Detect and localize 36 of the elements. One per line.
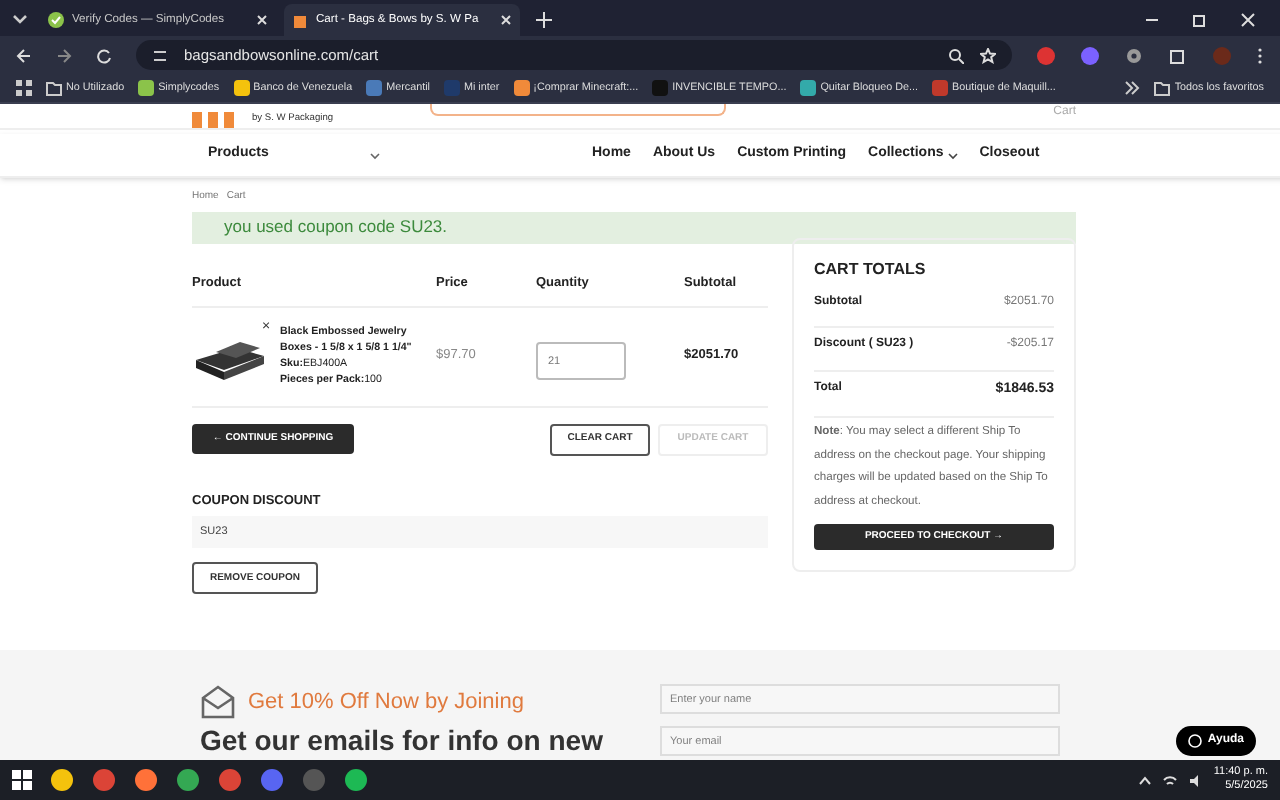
restore-icon[interactable]	[1192, 12, 1208, 28]
close-icon[interactable]	[1240, 12, 1256, 28]
gear-icon[interactable]	[1124, 45, 1144, 65]
bag-icon	[292, 12, 308, 28]
site-icon	[932, 79, 949, 96]
zoom-icon[interactable]	[948, 47, 964, 63]
offer-heading: Get 10% Off Now by Joining	[248, 687, 524, 718]
envelope-icon	[200, 684, 236, 720]
apps-grid-icon[interactable]	[16, 80, 32, 96]
checkmark-icon	[48, 12, 64, 28]
logo-icon	[192, 112, 236, 128]
site-icon	[233, 79, 250, 96]
close-icon[interactable]	[500, 14, 512, 26]
newsletter-headline: Get our emails for info on new	[200, 724, 603, 756]
new-tab-icon[interactable]	[536, 12, 552, 28]
back-icon[interactable]	[16, 47, 32, 63]
search-field[interactable]	[429, 104, 726, 116]
windows-logo-icon[interactable]	[12, 770, 32, 790]
forward-icon[interactable]	[56, 47, 72, 63]
cart-totals-title: CART TOTALS	[814, 257, 928, 281]
speaker-icon[interactable]	[1187, 773, 1204, 787]
site-icon	[513, 79, 530, 96]
close-icon[interactable]	[256, 14, 268, 26]
site-icon	[800, 79, 817, 96]
chevron-up-icon[interactable]	[1137, 775, 1152, 785]
site-icon	[652, 79, 669, 96]
chevrons-icon[interactable]	[1124, 80, 1141, 96]
reload-icon[interactable]	[96, 47, 112, 63]
star-icon[interactable]	[980, 47, 996, 63]
coupon-notice: you used coupon code SU23.	[192, 211, 1076, 243]
menu-icon[interactable]	[1256, 45, 1264, 65]
wifi-icon[interactable]	[1161, 773, 1178, 787]
site-icon	[443, 79, 460, 96]
site-icon	[366, 79, 383, 96]
caret-icon	[370, 151, 380, 159]
site-icon	[138, 79, 155, 96]
